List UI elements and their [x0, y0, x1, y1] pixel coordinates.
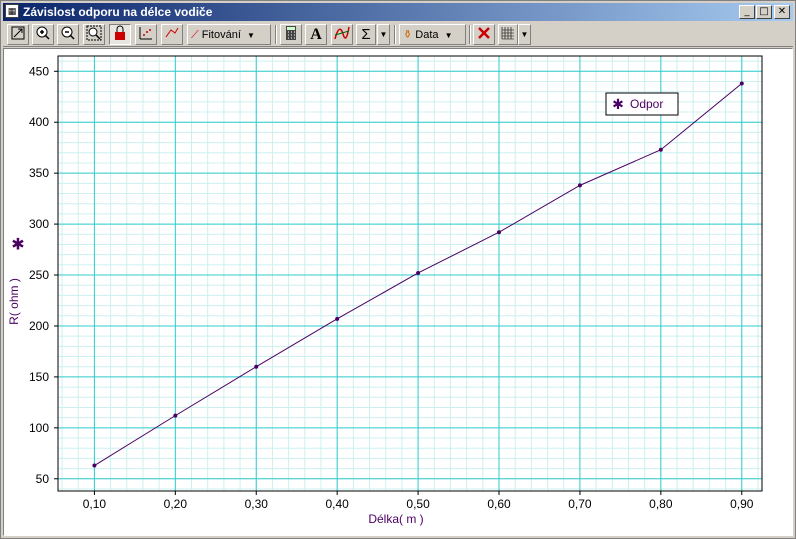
- y-axis-label: R( ohm ): [7, 278, 21, 325]
- zoom-window-icon: [86, 25, 102, 41]
- y-tick-label: 150: [29, 370, 49, 384]
- chart-area: 0,10 0,20 0,30 0,40 0,50 0,60 0,70 0,80 0,90 50 10…: [3, 48, 793, 536]
- grid-icon: [501, 27, 514, 40]
- autoscale-button[interactable]: [7, 24, 29, 45]
- zoom-in-button[interactable]: [32, 24, 54, 45]
- y-tick-label: 350: [29, 166, 49, 180]
- x-tick-label: 0,20: [164, 497, 188, 511]
- zoom-out-icon: [61, 26, 75, 40]
- plot-frame: [57, 55, 763, 492]
- y-tick-label: 100: [29, 421, 49, 435]
- text-tool-button[interactable]: A: [305, 24, 327, 45]
- x-axis-label: Délka( m ): [368, 512, 423, 526]
- zoom-out-button[interactable]: [57, 24, 79, 45]
- data-point[interactable]: [739, 81, 744, 86]
- y-tick-label: 400: [29, 115, 49, 129]
- chevron-down-icon: ▼: [444, 31, 453, 40]
- x-tick-label: 0,60: [487, 497, 511, 511]
- lines-button[interactable]: [161, 24, 183, 45]
- line-graph-icon: [165, 27, 179, 38]
- title-bar[interactable]: ▦ Závislost odporu na délce vodiče _ □ ✕: [3, 3, 793, 21]
- y-axis-series-marker: ✱: [11, 237, 24, 254]
- fit-dropdown[interactable]: ⟋ Fitování ▼: [187, 24, 271, 45]
- y-tick-label: 50: [36, 472, 50, 486]
- curve-icon: [334, 26, 350, 40]
- app-icon: ▦: [5, 4, 19, 18]
- x-tick-label: 0,10: [83, 497, 107, 511]
- legend-label: Odpor: [630, 97, 663, 111]
- grid-dropdown[interactable]: ▼: [518, 24, 531, 45]
- fit-line-icon: ⟋: [191, 28, 199, 41]
- separator: [469, 25, 471, 44]
- x-tick-label: 0,90: [730, 497, 754, 511]
- data-drop-icon: ⚱: [403, 28, 413, 41]
- scatter-icon: [139, 27, 152, 40]
- calculator-icon: [286, 26, 296, 40]
- close-button[interactable]: ✕: [774, 5, 790, 19]
- minimize-button[interactable]: _: [739, 5, 755, 19]
- y-tick-label: 250: [29, 268, 49, 282]
- legend-marker: ✱: [612, 96, 624, 112]
- curve-button[interactable]: [331, 24, 353, 45]
- maximize-button[interactable]: □: [756, 5, 772, 19]
- data-point[interactable]: [416, 270, 421, 275]
- grid-button[interactable]: [498, 24, 518, 45]
- lock-button[interactable]: [109, 24, 131, 45]
- data-point[interactable]: [335, 316, 340, 321]
- y-tick-label: 200: [29, 319, 49, 333]
- resize-icon: [11, 26, 25, 40]
- separator: [275, 25, 277, 44]
- data-point[interactable]: [92, 463, 97, 468]
- data-point[interactable]: [497, 230, 502, 235]
- x-tick-label: 0,40: [325, 497, 349, 511]
- delete-button[interactable]: [473, 24, 495, 45]
- x-tick-label: 0,50: [406, 497, 430, 511]
- separator: [394, 25, 396, 44]
- data-dropdown[interactable]: ⚱ Data ▼: [399, 24, 466, 45]
- zoom-in-icon: [36, 26, 50, 40]
- x-tick-label: 0,30: [245, 497, 269, 511]
- zoom-window-button[interactable]: [83, 24, 105, 45]
- data-point[interactable]: [254, 364, 259, 369]
- toolbar: ⟋ Fitování ▼ A Σ ▼ ⚱ Data ▼ ▼: [3, 22, 793, 47]
- chart-svg[interactable]: 0,10 0,20 0,30 0,40 0,50 0,60 0,70 0,80 0,90 50 10…: [4, 49, 790, 533]
- chevron-down-icon: ▼: [520, 30, 529, 39]
- calculator-button[interactable]: [280, 24, 302, 45]
- data-point[interactable]: [173, 413, 178, 418]
- fit-label: Fitování: [201, 29, 241, 41]
- data-label: Data: [415, 29, 439, 41]
- y-tick-label: 300: [29, 217, 49, 231]
- x-tick-label: 0,70: [568, 497, 592, 511]
- y-tick-label: 450: [29, 64, 49, 78]
- app-window: ▦ Závislost odporu na délce vodiče _ □ ✕…: [0, 0, 796, 539]
- delete-x-icon: [478, 27, 490, 39]
- data-point[interactable]: [577, 183, 582, 188]
- statistics-dropdown[interactable]: ▼: [377, 24, 390, 45]
- chevron-down-icon: ▼: [246, 31, 255, 40]
- window-title: Závislost odporu na délce vodiče: [23, 5, 213, 19]
- chevron-down-icon: ▼: [379, 30, 388, 39]
- points-button[interactable]: [135, 24, 157, 45]
- data-point[interactable]: [658, 147, 663, 152]
- x-tick-label: 0,80: [649, 497, 673, 511]
- statistics-button[interactable]: Σ: [356, 24, 376, 45]
- lock-icon: [115, 25, 125, 40]
